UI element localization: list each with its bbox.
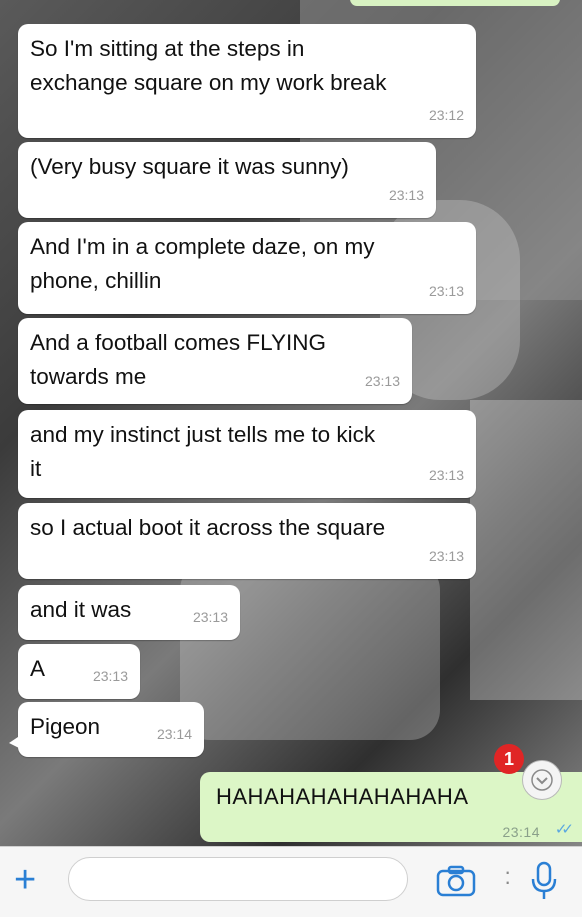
message-time: 23:13	[428, 467, 464, 483]
message-text: so I actual boot it across the square	[30, 515, 386, 540]
incoming-message[interactable]: and it was 23:13	[18, 585, 240, 640]
message-time: 23:12	[428, 107, 464, 123]
unread-badge: 1	[494, 744, 524, 774]
message-text: Pigeon	[30, 714, 101, 739]
chevron-down-icon	[531, 769, 553, 791]
incoming-message[interactable]: so I actual boot it across the square 23…	[18, 503, 476, 579]
incoming-message[interactable]: So I'm sitting at the steps in exchange …	[18, 24, 476, 138]
message-input-bar: + · ·	[0, 846, 582, 917]
scroll-to-bottom-button[interactable]	[522, 760, 562, 800]
bubble-tail	[9, 735, 21, 749]
message-time: 23:13	[192, 609, 228, 625]
incoming-message[interactable]: and my instinct just tells me to kick it…	[18, 410, 476, 498]
message-time: 23:14	[156, 726, 192, 742]
separator-dots-icon: · ·	[504, 859, 512, 894]
microphone-icon[interactable]	[530, 861, 558, 906]
message-text: And I'm in a complete daze, on my phone,…	[30, 234, 375, 293]
message-time: 23:13	[428, 283, 464, 299]
message-text: So I'm sitting at the steps in exchange …	[30, 36, 387, 95]
incoming-message[interactable]: And I'm in a complete daze, on my phone,…	[18, 222, 476, 314]
message-time: 23:13	[428, 548, 464, 564]
background-photo-detail	[470, 400, 582, 700]
message-text: and my instinct just tells me to kick it	[30, 422, 376, 481]
message-input[interactable]	[68, 857, 408, 901]
incoming-message[interactable]: (Very busy square it was sunny) 23:13	[18, 142, 436, 218]
plus-icon[interactable]: +	[14, 861, 36, 899]
previous-outgoing-bubble-edge	[350, 0, 560, 6]
camera-icon[interactable]	[436, 865, 476, 902]
message-time: 23:13	[388, 187, 424, 203]
incoming-message[interactable]: Pigeon 23:14	[9, 702, 204, 757]
message-text: (Very busy square it was sunny)	[30, 154, 349, 179]
message-time: 23:13	[364, 373, 400, 389]
incoming-message[interactable]: And a football comes FLYING towards me 2…	[18, 318, 412, 404]
double-check-icon: ✓✓	[554, 821, 574, 838]
message-time: 23:14	[502, 824, 540, 840]
incoming-message[interactable]: A 23:13	[18, 644, 140, 699]
message-text: A	[30, 656, 46, 681]
message-text: and it was	[30, 597, 132, 622]
message-text: HAHAHAHAHAHAHAHA	[216, 784, 469, 809]
message-time: 23:13	[92, 668, 128, 684]
message-text: And a football comes FLYING towards me	[30, 330, 326, 389]
